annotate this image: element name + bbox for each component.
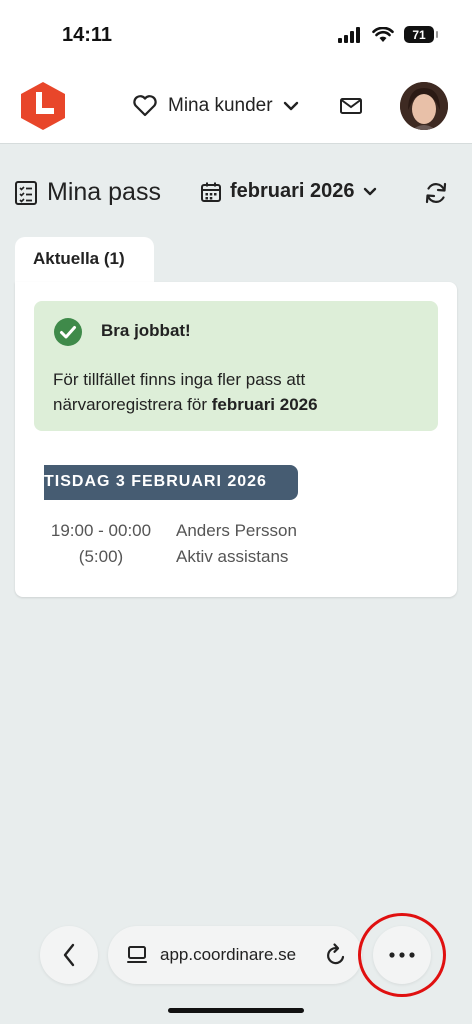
app-header: Mina kunder (0, 72, 472, 144)
refresh-icon[interactable] (423, 180, 449, 206)
page-title: Mina pass (47, 178, 161, 206)
url-text: app.coordinare.se (160, 945, 297, 964)
shift-duration: (5:00) (78, 547, 124, 566)
chevron-left-icon (63, 943, 75, 967)
success-alert: Bra jobbat! För tillfället finns inga fl… (34, 301, 438, 431)
date-badge: TISDAG 3 FEBRUARI 2026 (44, 465, 298, 500)
battery-icon: 71 (404, 26, 438, 43)
calendar-icon (201, 182, 221, 202)
profile-photo-icon (400, 82, 448, 130)
home-indicator[interactable] (168, 1008, 304, 1013)
heart-icon (133, 95, 157, 117)
shift-time[interactable]: 19:00 - 00:00 (5:00) (44, 518, 158, 570)
mail-icon[interactable] (338, 94, 364, 118)
chevron-down-icon (363, 187, 376, 195)
address-bar[interactable]: app.coordinare.se (108, 926, 362, 984)
shift-person: Anders Persson (176, 521, 297, 540)
back-button[interactable] (40, 926, 98, 984)
chevron-down-icon (283, 101, 298, 111)
month-label: februari 2026 (230, 180, 355, 202)
coordinare-logo-icon[interactable] (18, 80, 68, 132)
status-bar: 14:11 71 (0, 0, 472, 72)
reload-icon[interactable] (324, 942, 348, 968)
checklist-icon (15, 181, 37, 205)
alert-message: För tillfället finns inga fler pass att … (53, 367, 433, 417)
shift-time-range: 19:00 - 00:00 (50, 521, 152, 540)
cellular-signal-icon (338, 26, 360, 43)
page-header: Mina pass februari 2026 (0, 170, 472, 216)
tab-page-icon (127, 946, 147, 963)
tab-aktuella[interactable]: Aktuella (1) (15, 237, 154, 287)
shift-card: Bra jobbat! För tillfället finns inga fl… (15, 282, 457, 597)
shift-service: Aktiv assistans (176, 547, 289, 566)
avatar[interactable] (400, 82, 448, 130)
customers-label: Mina kunder (168, 95, 273, 116)
status-icons: 71 (338, 26, 438, 43)
check-circle-icon (54, 318, 82, 346)
customers-dropdown[interactable]: Mina kunder (132, 94, 299, 118)
highlight-annotation (358, 913, 446, 997)
alert-title: Bra jobbat! (101, 321, 191, 340)
alert-message-month: februari 2026 (211, 395, 318, 414)
wifi-icon (372, 26, 394, 42)
shift-details[interactable]: Anders Persson Aktiv assistans (176, 518, 297, 570)
month-selector[interactable]: februari 2026 (200, 180, 377, 203)
clock-time: 14:11 (62, 24, 113, 46)
